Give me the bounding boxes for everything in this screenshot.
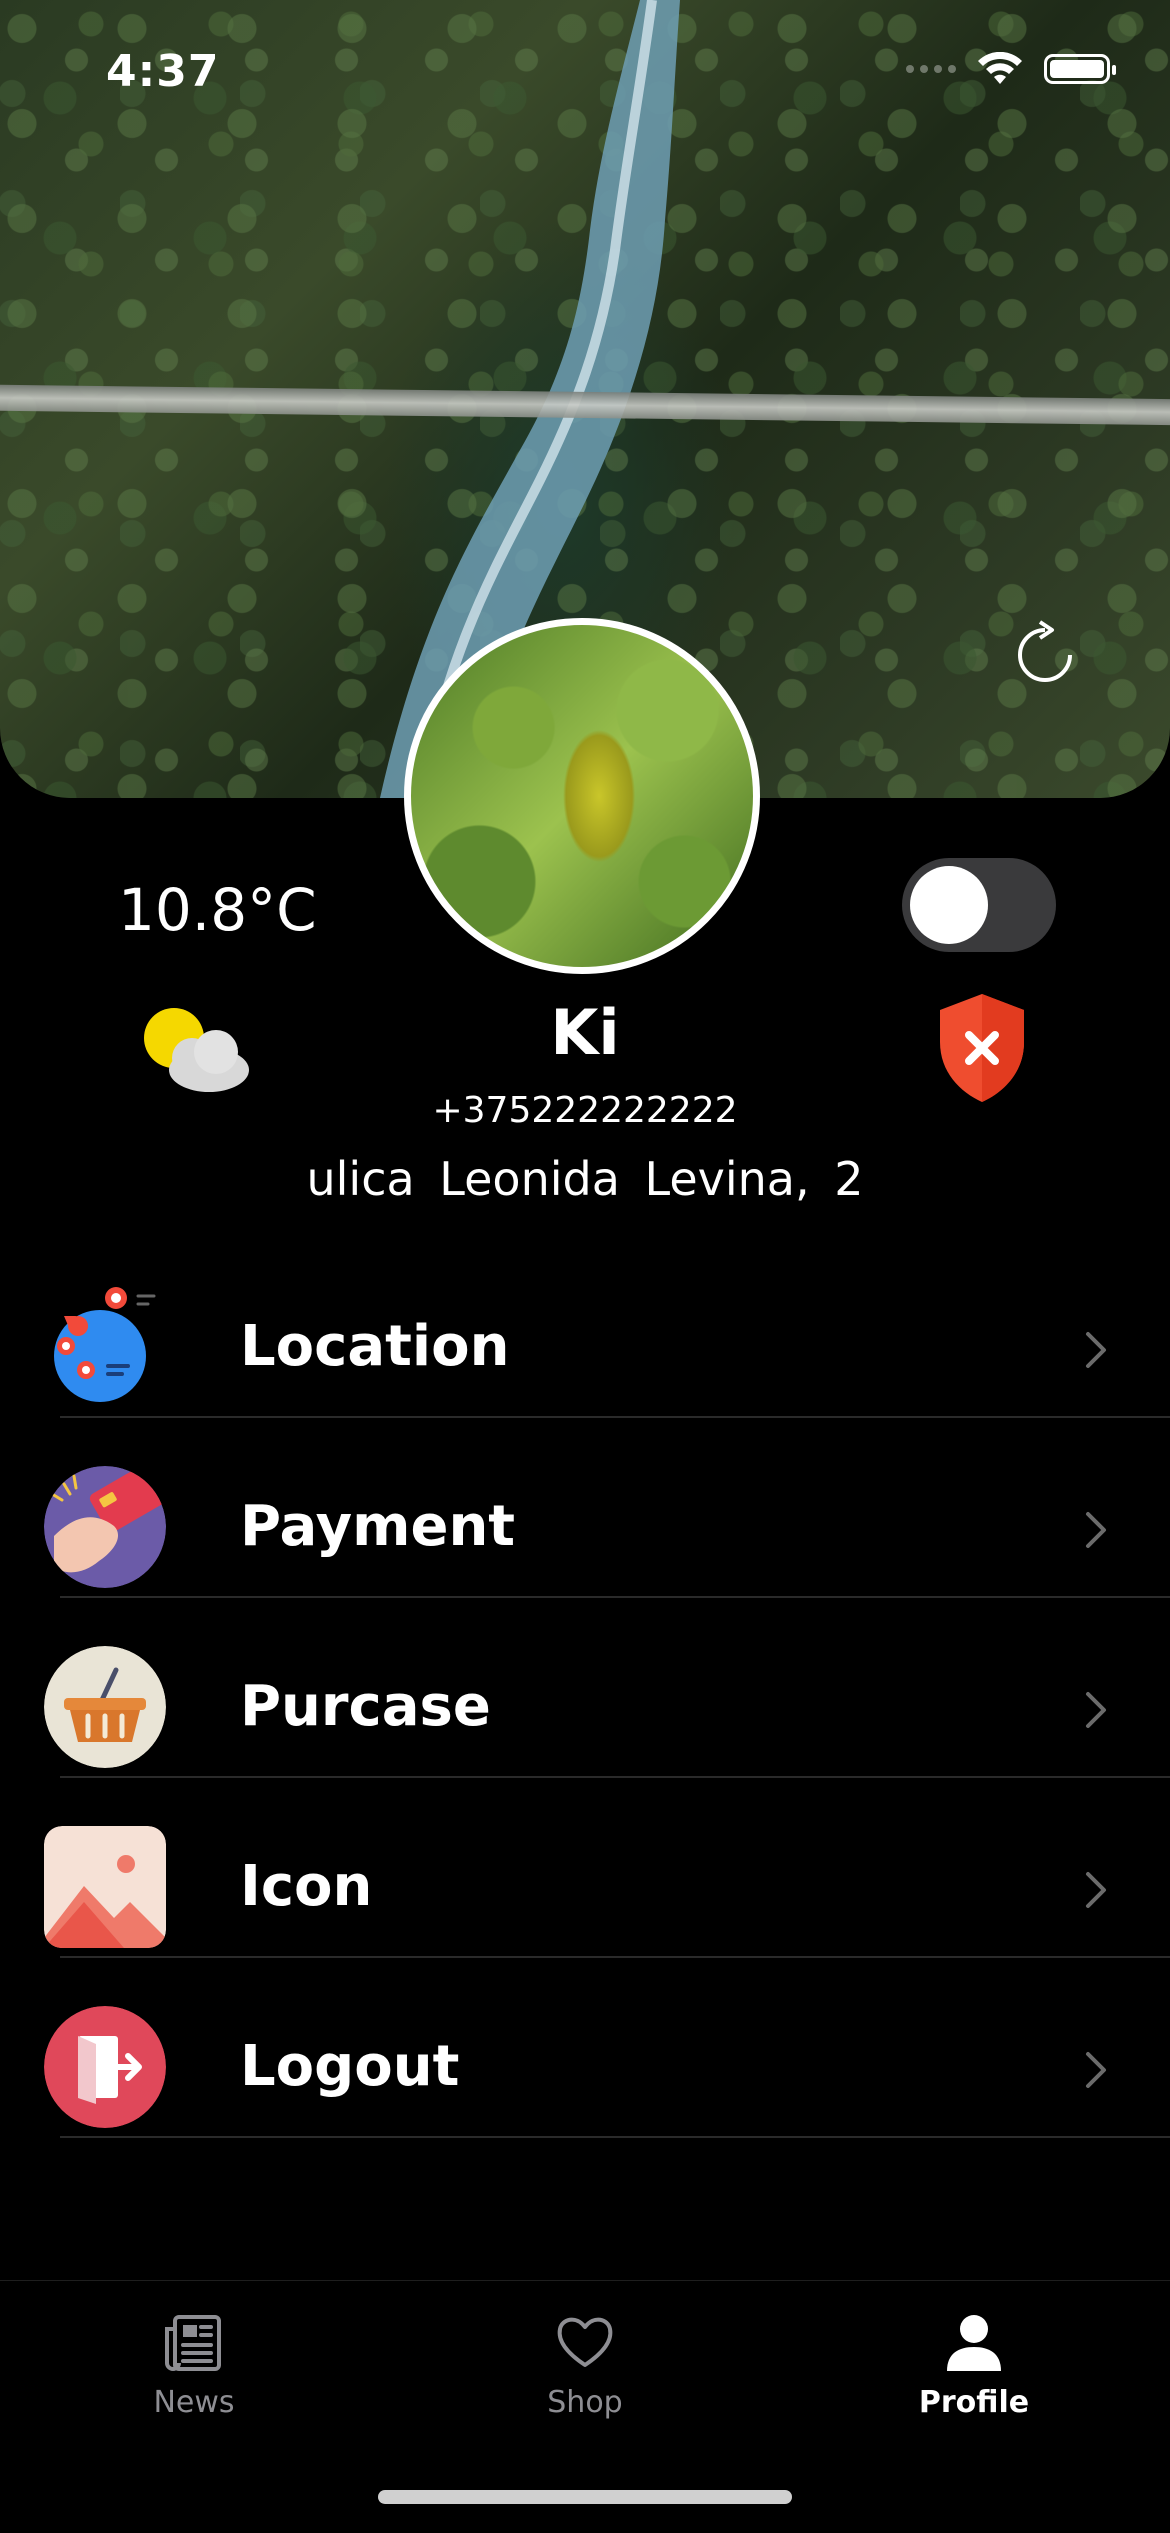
chevron-right-icon [1086, 1332, 1106, 1368]
profile-address: ulica Leonida Levina, 2 [306, 1152, 864, 1206]
menu-item-label: Location [240, 1314, 510, 1379]
tab-shop[interactable]: Shop [465, 2309, 705, 2420]
menu-item-label: Icon [240, 1854, 373, 1919]
tab-label: Profile [918, 2385, 1030, 2420]
tab-label: News [153, 2385, 235, 2420]
profile-phone: +375222222222 [432, 1090, 738, 1131]
temperature-label: 10.8°C [118, 876, 317, 944]
toggle-knob [910, 866, 988, 944]
signal-icon [906, 65, 956, 73]
wifi-icon [978, 52, 1022, 84]
profile-name: Ki [550, 996, 620, 1069]
newspaper-icon [165, 2315, 221, 2371]
menu-item-icon[interactable]: Icon [0, 1778, 1170, 1958]
status-time: 4:37 [106, 46, 220, 97]
logout-door-icon [44, 2006, 166, 2128]
heart-icon [557, 2317, 613, 2367]
image-icon [44, 1826, 166, 1948]
chevron-right-icon [1086, 1692, 1106, 1728]
tab-news[interactable]: News [74, 2309, 314, 2420]
status-icons [906, 52, 1116, 86]
divider [60, 2136, 1170, 2138]
menu-item-label: Purcase [240, 1674, 491, 1739]
refresh-icon[interactable] [1010, 620, 1080, 690]
avatar[interactable] [404, 618, 760, 974]
battery-icon [1044, 54, 1116, 84]
basket-icon [44, 1646, 166, 1768]
profile-menu: Location Payment Purcase Icon Logout [0, 1238, 1170, 2138]
location-map-icon [54, 1287, 156, 1402]
chevron-right-icon [1086, 2052, 1106, 2088]
home-indicator[interactable] [378, 2490, 792, 2504]
tab-profile[interactable]: Profile [854, 2309, 1094, 2420]
menu-item-purcase[interactable]: Purcase [0, 1598, 1170, 1778]
menu-item-location[interactable]: Location [0, 1238, 1170, 1418]
menu-item-label: Logout [240, 2034, 460, 2099]
menu-item-logout[interactable]: Logout [0, 1958, 1170, 2138]
profile-toggle[interactable] [902, 858, 1056, 952]
menu-item-label: Payment [240, 1494, 516, 1559]
person-icon [947, 2315, 1001, 2371]
tab-label: Shop [547, 2385, 623, 2420]
chevron-right-icon [1086, 1872, 1106, 1908]
payment-card-icon [44, 1466, 166, 1588]
chevron-right-icon [1086, 1512, 1106, 1548]
menu-item-payment[interactable]: Payment [0, 1418, 1170, 1598]
